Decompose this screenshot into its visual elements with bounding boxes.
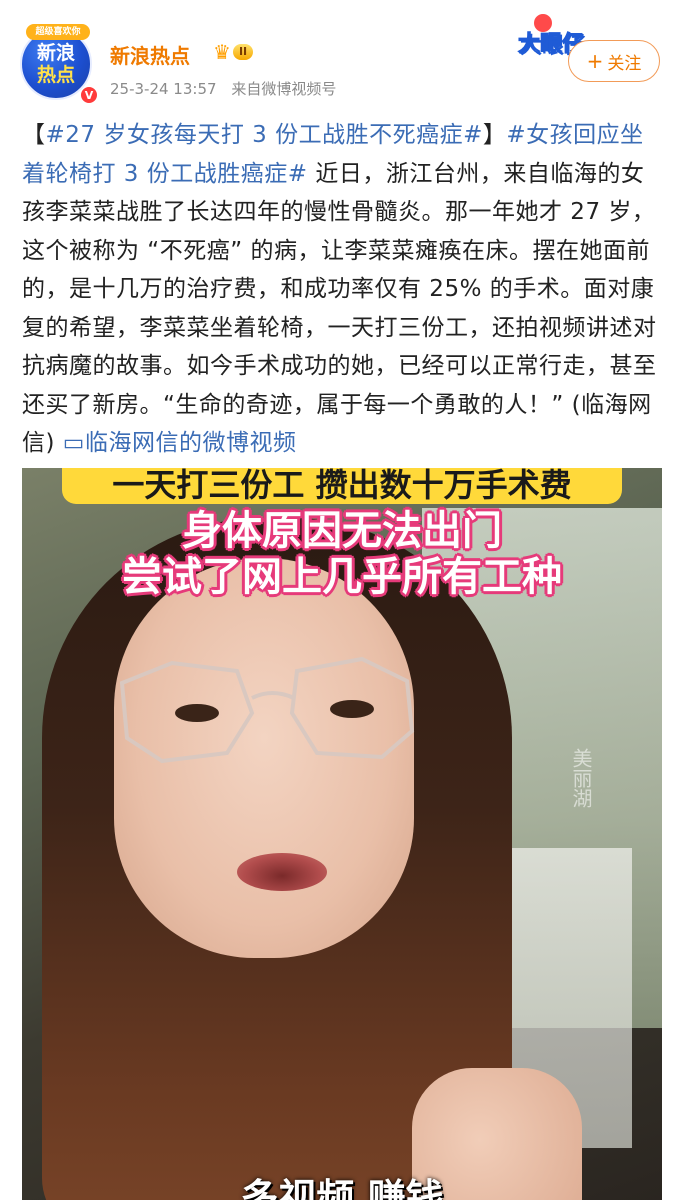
avatar[interactable]: 超级喜欢你 新浪 热点 V bbox=[20, 24, 98, 104]
video-banner: 一天打三份工 攒出数十万手术费 bbox=[62, 468, 622, 504]
post-timestamp: 25-3-24 13:57 bbox=[110, 80, 217, 98]
plus-icon: + bbox=[586, 49, 604, 73]
post-header: 超级喜欢你 新浪 热点 V 新浪热点 ♛ II 25-3-24 13:57 来自… bbox=[0, 0, 684, 110]
video-link-icon[interactable]: ▭ bbox=[63, 430, 85, 456]
bracket-open: 【 bbox=[22, 122, 46, 148]
post-body: 【#27 岁女孩每天打 3 份工战胜不死癌症#】#女孩回应坐着轮椅打 3 份工战… bbox=[22, 116, 664, 463]
video-caption-line1: 身体原因无法出门 bbox=[182, 508, 502, 554]
follow-label: 关注 bbox=[607, 53, 642, 74]
post-meta: 25-3-24 13:57 来自微博视频号 bbox=[110, 78, 336, 99]
watermark: 美丽湖 bbox=[569, 748, 593, 808]
follow-button[interactable]: + 关注 bbox=[568, 40, 660, 82]
video-caption-line2: 尝试了网上几乎所有工种 bbox=[122, 554, 562, 600]
crown-icon: ♛ bbox=[213, 40, 231, 64]
video-thumbnail[interactable]: 美丽湖 一天打三份工 攒出数十万手术费 身体原因无法出门 尝试了网上几乎所有工种… bbox=[22, 468, 662, 1200]
avatar-line1: 新浪 bbox=[36, 42, 75, 64]
verified-badge-icon: V bbox=[80, 86, 98, 104]
avatar-ribbon: 超级喜欢你 bbox=[26, 24, 90, 40]
account-name[interactable]: 新浪热点 bbox=[110, 40, 190, 69]
post-body-text: 近日，浙江台州，来自临海的女孩李菜菜战胜了长达四年的慢性骨髓炎。那一年她才 27… bbox=[22, 160, 657, 457]
glasses-graphic bbox=[119, 656, 415, 764]
avatar-logo-text: 新浪 热点 bbox=[22, 42, 90, 86]
hashtag-1[interactable]: #27 岁女孩每天打 3 份工战胜不死癌症# bbox=[46, 122, 483, 148]
post-source: 来自微博视频号 bbox=[231, 80, 337, 98]
avatar-line2: 热点 bbox=[36, 64, 75, 86]
person-mouth bbox=[237, 853, 327, 891]
video-bottom-caption: 多视频 赚钱 bbox=[240, 1176, 444, 1200]
bracket-close: 】 bbox=[482, 122, 507, 148]
vip-badge[interactable]: ♛ II bbox=[213, 40, 269, 64]
vip-level: II bbox=[232, 44, 254, 60]
video-link[interactable]: 临海网信的微博视频 bbox=[85, 430, 297, 456]
